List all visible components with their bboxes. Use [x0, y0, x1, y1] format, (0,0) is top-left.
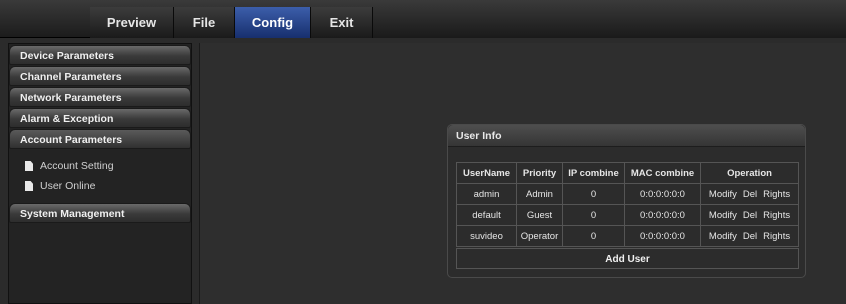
submenu-item-label: Account Setting — [40, 160, 114, 172]
table-row: admin Admin 0 0:0:0:0:0:0 Modify Del Right… — [456, 183, 799, 205]
cell-username: suvideo — [456, 225, 517, 247]
sidebar-item-account-parameters[interactable]: Account Parameters — [9, 129, 191, 149]
rights-link[interactable]: Rights — [763, 189, 790, 200]
delete-link[interactable]: Del — [743, 210, 757, 221]
tab-preview[interactable]: Preview — [90, 7, 174, 38]
rights-link[interactable]: Rights — [763, 210, 790, 221]
table-header-row: UserName Priority IP combine MAC combine… — [456, 162, 799, 184]
cell-ip-combine: 0 — [562, 204, 625, 226]
sidebar-item-network-parameters[interactable]: Network Parameters — [9, 87, 191, 107]
table-row: default Guest 0 0:0:0:0:0:0 Modify Del Rig… — [456, 204, 799, 226]
column-header-operation: Operation — [700, 162, 799, 184]
rights-link[interactable]: Rights — [763, 231, 790, 242]
sidebar-item-alarm-exception[interactable]: Alarm & Exception — [9, 108, 191, 128]
sidebar-item-system-management[interactable]: System Management — [9, 203, 191, 223]
delete-link[interactable]: Del — [743, 189, 757, 200]
tab-config[interactable]: Config — [235, 7, 311, 38]
cell-mac-combine: 0:0:0:0:0:0 — [624, 183, 701, 205]
column-header-username: UserName — [456, 162, 517, 184]
account-submenu: Account Setting User Online — [9, 150, 191, 202]
column-header-priority: Priority — [516, 162, 563, 184]
top-nav-bar: Preview File Config Exit — [0, 0, 846, 38]
sidebar-item-device-parameters[interactable]: Device Parameters — [9, 45, 191, 65]
tab-exit[interactable]: Exit — [311, 7, 373, 38]
cell-priority: Guest — [516, 204, 563, 226]
add-user-button[interactable]: Add User — [456, 248, 799, 269]
cell-priority: Admin — [516, 183, 563, 205]
nav-filler — [373, 7, 846, 38]
modify-link[interactable]: Modify — [709, 189, 737, 200]
cell-mac-combine: 0:0:0:0:0:0 — [624, 225, 701, 247]
column-header-mac-combine: MAC combine — [624, 162, 701, 184]
delete-link[interactable]: Del — [743, 231, 757, 242]
modify-link[interactable]: Modify — [709, 231, 737, 242]
user-table: UserName Priority IP combine MAC combine… — [456, 162, 799, 247]
cell-operation: Modify Del Rights — [700, 225, 799, 247]
submenu-item-account-setting[interactable]: Account Setting — [9, 156, 191, 176]
submenu-item-label: User Online — [40, 180, 96, 192]
cell-mac-combine: 0:0:0:0:0:0 — [624, 204, 701, 226]
column-header-ip-combine: IP combine — [562, 162, 625, 184]
document-icon — [25, 181, 33, 191]
user-info-panel: User Info UserName Priority IP combine M… — [447, 124, 806, 278]
cell-operation: Modify Del Rights — [700, 183, 799, 205]
submenu-item-user-online[interactable]: User Online — [9, 176, 191, 196]
cell-operation: Modify Del Rights — [700, 204, 799, 226]
document-icon — [25, 161, 33, 171]
sidebar: Device Parameters Channel Parameters Net… — [8, 43, 192, 304]
cell-ip-combine: 0 — [562, 225, 625, 247]
tab-file[interactable]: File — [174, 7, 235, 38]
cell-username: admin — [456, 183, 517, 205]
cell-username: default — [456, 204, 517, 226]
cell-priority: Operator — [516, 225, 563, 247]
modify-link[interactable]: Modify — [709, 210, 737, 221]
cell-ip-combine: 0 — [562, 183, 625, 205]
sidebar-item-channel-parameters[interactable]: Channel Parameters — [9, 66, 191, 86]
table-row: suvideo Operator 0 0:0:0:0:0:0 Modify Del… — [456, 225, 799, 247]
panel-title: User Info — [448, 125, 805, 147]
